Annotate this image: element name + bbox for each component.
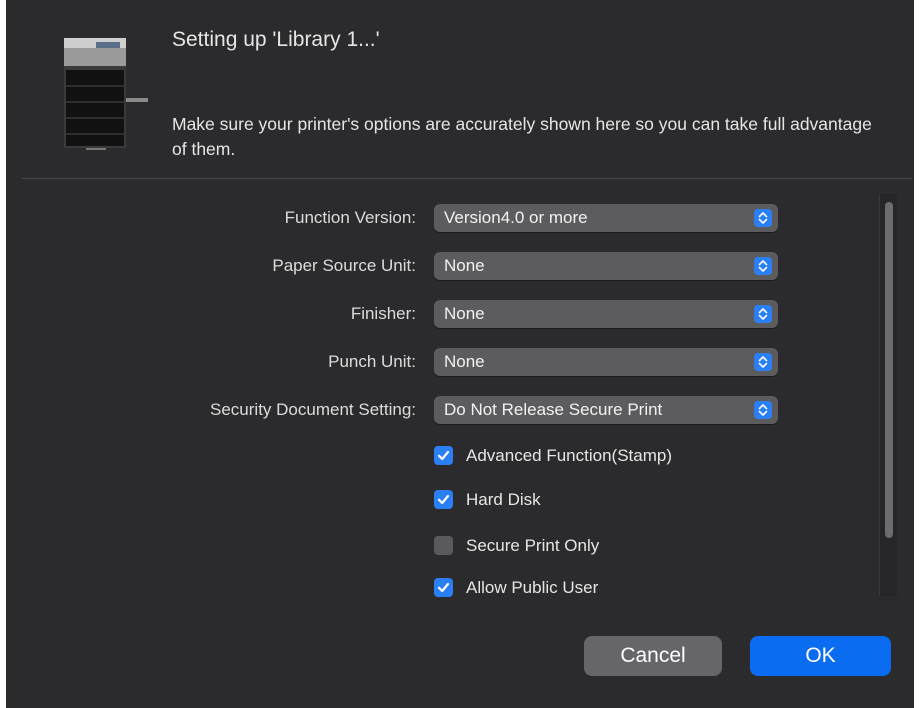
paper-source-unit-value: None: [444, 256, 485, 275]
secure-print-only-label: Secure Print Only: [466, 536, 600, 555]
ok-button[interactable]: OK: [750, 636, 891, 676]
secure-print-only-checkbox[interactable]: [434, 536, 453, 555]
chevron-updown-icon: [754, 353, 772, 371]
printer-setup-dialog: Setting up 'Library 1...' Make sure your…: [6, 0, 914, 708]
punch-unit-label: Punch Unit:: [328, 352, 416, 371]
chevron-updown-icon: [754, 257, 772, 275]
finisher-label: Finisher:: [350, 304, 416, 323]
cancel-button[interactable]: Cancel: [584, 636, 722, 676]
chevron-updown-icon: [754, 209, 772, 227]
printer-icon: [64, 38, 148, 150]
advanced-function-stamp-checkbox[interactable]: [434, 446, 453, 465]
paper-source-unit-popup[interactable]: None: [434, 252, 778, 280]
security-document-setting-popup[interactable]: Do Not Release Secure Print: [434, 396, 778, 424]
chevron-updown-icon: [754, 305, 772, 323]
allow-public-user-label: Allow Public User: [466, 578, 599, 597]
scrollbar-thumb[interactable]: [885, 202, 893, 538]
hard-disk-label: Hard Disk: [466, 490, 541, 509]
hard-disk-checkbox[interactable]: [434, 490, 453, 509]
security-document-setting-value: Do Not Release Secure Print: [444, 400, 663, 419]
function-version-popup[interactable]: Version4.0 or more: [434, 204, 778, 232]
chevron-updown-icon: [754, 401, 772, 419]
finisher-value: None: [444, 304, 485, 323]
divider: [22, 178, 912, 179]
advanced-function-stamp-label: Advanced Function(Stamp): [466, 446, 672, 465]
function-version-value: Version4.0 or more: [444, 208, 588, 227]
dialog-description: Make sure your printer's options are acc…: [172, 114, 872, 159]
punch-unit-popup[interactable]: None: [434, 348, 778, 376]
function-version-label: Function Version:: [284, 208, 416, 227]
security-document-setting-label: Security Document Setting:: [210, 400, 416, 419]
finisher-popup[interactable]: None: [434, 300, 778, 328]
allow-public-user-checkbox[interactable]: [434, 578, 453, 597]
paper-source-unit-label: Paper Source Unit:: [272, 256, 416, 275]
dialog-title: Setting up 'Library 1...': [172, 28, 380, 51]
options-scrollbar[interactable]: [879, 194, 897, 596]
punch-unit-value: None: [444, 352, 485, 371]
